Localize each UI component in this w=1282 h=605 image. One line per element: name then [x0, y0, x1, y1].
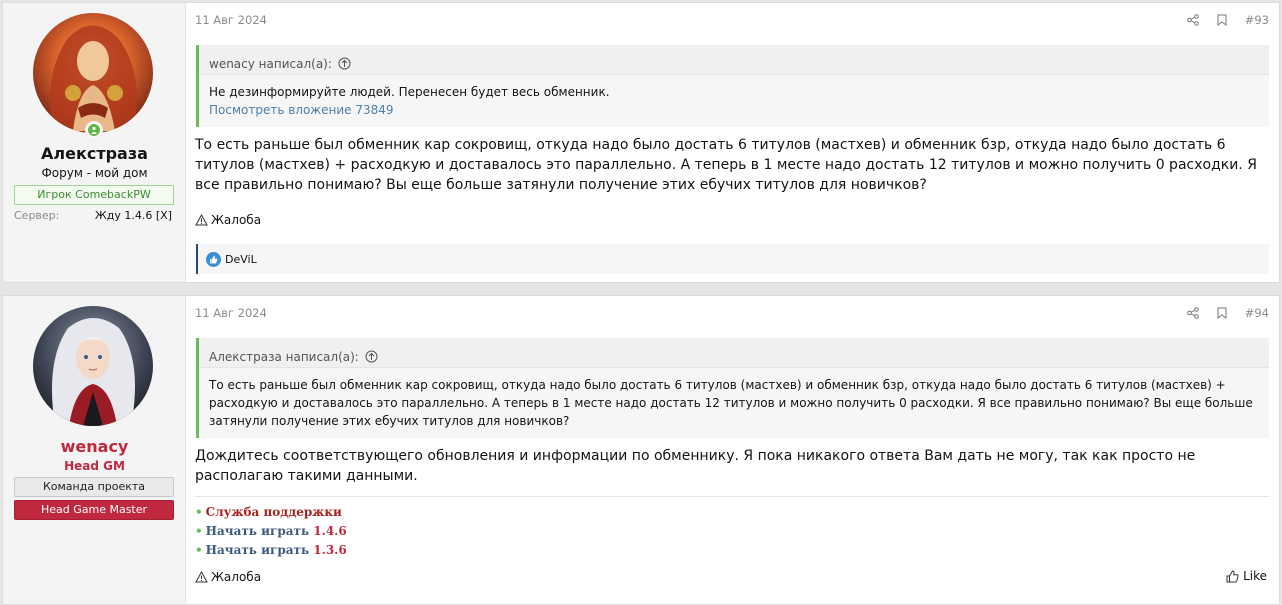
report-button[interactable]: Жалоба	[195, 570, 261, 584]
post-date[interactable]: 11 Авг 2024	[195, 13, 267, 27]
user-banner-team: Команда проекта	[14, 477, 174, 497]
extra-value: Жду 1.4.6 [X]	[94, 209, 172, 222]
quote-author[interactable]: Алекстраза написал(а):	[209, 350, 359, 364]
quote-block: Алекстраза написал(а): То есть раньше бы…	[196, 338, 1269, 438]
username[interactable]: wenacy	[3, 437, 186, 456]
user-title: Head GM	[64, 459, 125, 473]
bookmark-icon[interactable]	[1217, 307, 1227, 319]
arrow-up-circle-icon[interactable]	[365, 350, 378, 363]
reactions-users[interactable]: DeViL	[225, 253, 257, 266]
like-reaction-icon	[206, 251, 221, 267]
user-info: wenacy Head GM Команда проекта Head Game…	[3, 296, 186, 604]
quote-block: wenacy написал(а): Не дезинформируйте лю…	[196, 45, 1269, 127]
report-label: Жалоба	[211, 213, 262, 227]
report-button[interactable]: Жалоба	[195, 213, 261, 227]
post-number[interactable]: #94	[1245, 306, 1269, 320]
post-actions: #94	[1169, 306, 1269, 320]
bookmark-icon[interactable]	[1217, 14, 1227, 26]
sig-play-146[interactable]: • Начать играть 1.4.6	[195, 522, 1269, 541]
username[interactable]: Алекстраза	[3, 144, 186, 163]
message-body: Дождитесь соответствующего обновления и …	[195, 448, 1196, 484]
like-button[interactable]: Like	[1226, 569, 1267, 583]
attachment-link[interactable]: Посмотреть вложение 73849	[209, 101, 1259, 119]
quote-header[interactable]: wenacy написал(а):	[199, 45, 1269, 75]
quote-text: Не дезинформируйте людей. Перенесен буде…	[209, 85, 610, 99]
post-number[interactable]: #93	[1245, 13, 1269, 27]
warning-icon	[195, 214, 208, 226]
arrow-up-circle-icon[interactable]	[338, 57, 351, 70]
report-label: Жалоба	[211, 570, 262, 584]
avatar[interactable]	[33, 306, 153, 426]
user-banner: Игрок ComebackPW	[14, 185, 174, 205]
user-banner-role: Head Game Master	[14, 500, 174, 520]
quote-header[interactable]: Алекстраза написал(а):	[199, 338, 1269, 368]
share-icon[interactable]	[1186, 307, 1199, 319]
post-main: 11 Авг 2024 #94 Алекстраза написал(а): Т…	[195, 296, 1269, 604]
warning-icon	[195, 571, 208, 583]
signature: • Служба поддержки • Начать играть 1.4.6 •…	[195, 496, 1269, 560]
online-status-icon	[85, 121, 103, 139]
like-label: Like	[1243, 569, 1267, 583]
extra-key: Сервер:	[14, 209, 60, 222]
sig-play-136[interactable]: • Начать играть 1.3.6	[195, 541, 1269, 560]
post-date[interactable]: 11 Авг 2024	[195, 306, 267, 320]
post-94: wenacy Head GM Команда проекта Head Game…	[2, 295, 1280, 605]
reactions-bar[interactable]: DeViL	[196, 244, 1269, 274]
user-info: Алекстраза Форум - мой дом Игрок Comebac…	[3, 3, 186, 282]
thumbs-up-icon	[1226, 569, 1239, 582]
post-actions: #93	[1169, 13, 1269, 27]
sig-support[interactable]: • Служба поддержки	[195, 503, 1269, 522]
post-93: Алекстраза Форум - мой дом Игрок Comebac…	[2, 2, 1280, 283]
post-main: 11 Авг 2024 #93 wenacy написал(а): Не де…	[195, 3, 1269, 282]
user-title: Форум - мой дом	[41, 166, 148, 180]
quote-author[interactable]: wenacy написал(а):	[209, 57, 332, 71]
avatar[interactable]	[33, 13, 153, 133]
message-body: То есть раньше был обменник кар сокровищ…	[195, 137, 1257, 193]
quote-text: То есть раньше был обменник кар сокровищ…	[209, 378, 1253, 428]
share-icon[interactable]	[1186, 14, 1199, 26]
